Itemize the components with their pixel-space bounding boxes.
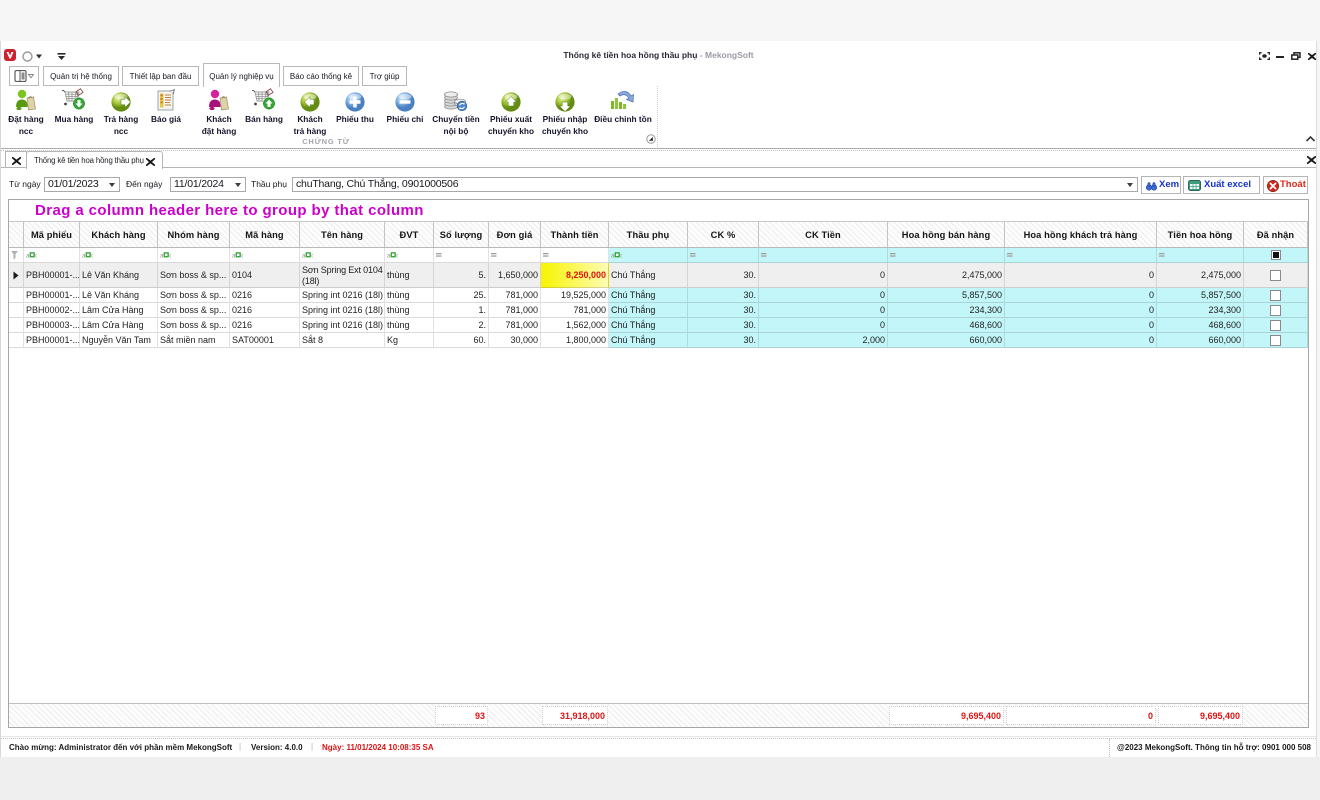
svg-text:c: c bbox=[35, 254, 37, 260]
svg-text:a: a bbox=[26, 254, 30, 260]
svg-text:a: a bbox=[232, 254, 236, 260]
svg-text:a: a bbox=[611, 254, 615, 260]
svg-text:a: a bbox=[82, 254, 86, 260]
svg-text:a: a bbox=[387, 254, 391, 260]
svg-text:c: c bbox=[91, 254, 93, 260]
svg-text:a: a bbox=[302, 254, 306, 260]
svg-text:c: c bbox=[620, 254, 622, 260]
svg-text:c: c bbox=[169, 254, 171, 260]
svg-text:c: c bbox=[311, 254, 313, 260]
svg-text:c: c bbox=[241, 254, 243, 260]
svg-text:a: a bbox=[160, 254, 164, 260]
svg-text:c: c bbox=[396, 254, 398, 260]
